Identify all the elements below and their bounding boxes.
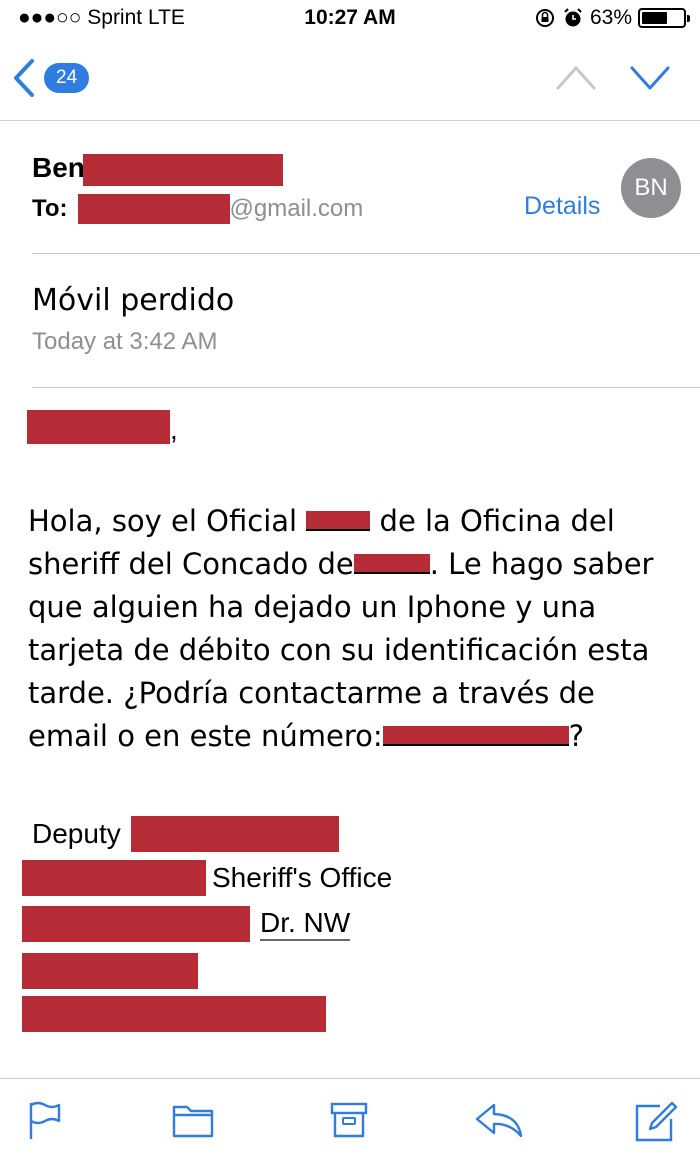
- signature-office: Sheriff's Office: [22, 860, 392, 896]
- to-label: To:: [32, 195, 68, 222]
- redaction: [22, 996, 326, 1032]
- battery-icon: [638, 8, 690, 28]
- reply-icon[interactable]: [474, 1101, 524, 1139]
- body-line: que alguien ha dejado un Iphone y una: [28, 590, 597, 624]
- body-line: tarde. ¿Podría contactarme a través de: [28, 676, 595, 710]
- signature-office-text: Sheriff's Office: [212, 862, 393, 893]
- recipient-email-domain[interactable]: @gmail.com: [230, 195, 364, 223]
- battery-fill: [642, 12, 668, 24]
- nav-bar: 24: [0, 40, 700, 121]
- signature-title: Deputy: [32, 816, 339, 852]
- previous-message-button[interactable]: [556, 60, 596, 94]
- body-line: email o en este número:?: [28, 715, 678, 758]
- sender-name[interactable]: Ben: [32, 152, 283, 186]
- signature-title-text: Deputy: [32, 818, 121, 849]
- divider: [32, 253, 700, 254]
- divider: [32, 387, 700, 388]
- body-text: Hola, soy el Oficial: [28, 504, 307, 538]
- next-message-button[interactable]: [630, 60, 670, 94]
- redaction: [353, 554, 430, 574]
- bottom-toolbar: [0, 1078, 700, 1161]
- message-subject: Móvil perdido: [32, 283, 235, 318]
- greeting-comma: ,: [170, 414, 178, 445]
- message-date: Today at 3:42 AM: [32, 328, 218, 355]
- sender-name-text: Ben: [32, 152, 85, 183]
- rotation-lock-icon: [535, 9, 554, 27]
- redaction: [27, 410, 170, 444]
- body-line: tarjeta de débito con su identificación …: [28, 633, 650, 667]
- redaction: [22, 906, 250, 942]
- signature-street[interactable]: Dr. NW: [260, 907, 351, 941]
- details-link[interactable]: Details: [524, 192, 600, 221]
- redaction: [22, 860, 206, 896]
- compose-icon[interactable]: [634, 1101, 678, 1143]
- body-text: sheriff del Concado de: [28, 547, 354, 581]
- battery-percent: 63%: [589, 6, 632, 29]
- alarm-icon: [564, 8, 582, 27]
- avatar[interactable]: BN: [621, 158, 681, 218]
- signature-phone: [22, 996, 326, 1032]
- body-text: ?: [568, 719, 585, 753]
- message-header: Ben To: @gmail.com Details BN: [0, 120, 700, 255]
- body-line: sheriff del Concado de . Le hago saber: [28, 543, 678, 586]
- body-text: de la Oficina del: [370, 504, 615, 538]
- unread-count-badge: 24: [44, 63, 90, 93]
- message-body: Hola, soy el Oficial de la Oficina del s…: [28, 500, 678, 758]
- greeting: ,: [27, 410, 178, 444]
- redaction: [82, 153, 283, 186]
- body-text: . Le hago saber: [429, 547, 654, 581]
- chevron-left-icon: [14, 59, 34, 97]
- body-line: Hola, soy el Oficial de la Oficina del: [28, 500, 678, 543]
- recipient-line: To: @gmail.com: [32, 194, 363, 224]
- redaction: [22, 953, 198, 989]
- signature-address[interactable]: Dr. NW: [22, 906, 351, 942]
- redaction: [130, 816, 339, 852]
- folder-icon[interactable]: [172, 1101, 214, 1139]
- back-button[interactable]: 24: [12, 58, 90, 98]
- body-text: email o en este número:: [28, 719, 383, 753]
- signature-city: [22, 953, 198, 989]
- redaction: [77, 194, 230, 224]
- redaction: [306, 511, 371, 531]
- status-right: 63%: [534, 6, 690, 30]
- flag-icon[interactable]: [28, 1101, 62, 1141]
- phone-redaction[interactable]: [382, 726, 569, 746]
- archive-icon[interactable]: [330, 1101, 368, 1139]
- status-bar: ●●●○○ Sprint LTE 10:27 AM 63%: [0, 0, 700, 40]
